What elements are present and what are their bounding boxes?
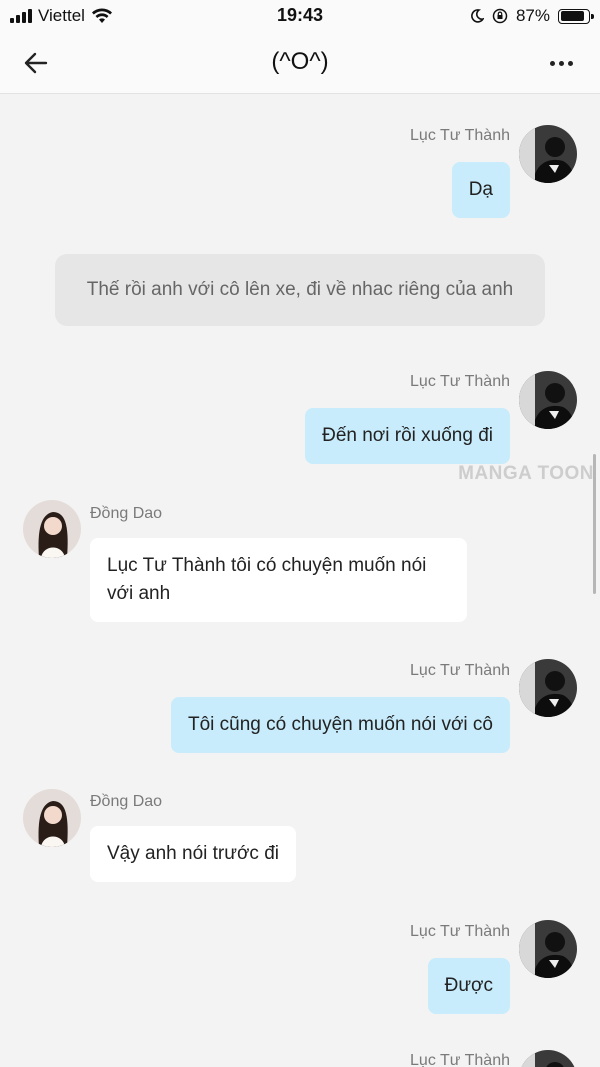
scroll-indicator[interactable] [593, 454, 596, 594]
avatar-luc-tu-thanh[interactable] [519, 659, 577, 717]
avatar-luc-tu-thanh[interactable] [519, 371, 577, 429]
nav-bar: (^O^) [0, 32, 600, 94]
message-bubble-incoming[interactable]: Vậy anh nói trước đi [90, 826, 296, 882]
message-bubble-outgoing[interactable]: Dạ [451, 162, 510, 218]
sender-name: Lục Tư Thành [410, 662, 510, 679]
avatar-dong-dao[interactable] [23, 789, 81, 847]
moon-icon [471, 9, 484, 23]
sender-name: Lục Tư Thành [410, 373, 510, 390]
message-bubble-outgoing[interactable]: Đến nơi rồi xuống đi [305, 408, 510, 464]
battery-percent: 87% [515, 6, 550, 25]
status-bar: Viettel 19:43 87% [0, 0, 600, 32]
more-button[interactable] [544, 46, 578, 80]
more-horizontal-icon [549, 60, 555, 66]
rotation-lock-icon [492, 8, 508, 24]
message-bubble-incoming[interactable]: Lục Tư Thành tôi có chuyện muốn nói với … [90, 538, 467, 622]
sender-name: Lục Tư Thành [410, 1052, 510, 1067]
battery-icon [558, 8, 594, 24]
sender-name: Lục Tư Thành [410, 127, 510, 144]
avatar-luc-tu-thanh[interactable] [519, 1050, 577, 1067]
sender-name: Lục Tư Thành [410, 923, 510, 940]
sender-name: Đồng Dao [90, 793, 163, 810]
avatar-luc-tu-thanh[interactable] [519, 920, 577, 978]
status-right: 87% [470, 6, 594, 26]
watermark: MANGA TOON [458, 463, 594, 484]
avatar-luc-tu-thanh[interactable] [519, 125, 577, 183]
page-title: (^O^) [271, 48, 329, 75]
message-bubble-outgoing[interactable]: Được [427, 958, 510, 1014]
narration-bubble[interactable]: Thế rồi anh với cô lên xe, đi về nhac ri… [55, 254, 545, 326]
avatar-dong-dao[interactable] [23, 500, 81, 558]
message-bubble-outgoing[interactable]: Tôi cũng có chuyện muốn nói với cô [170, 697, 510, 753]
message-list[interactable]: Lục Tư Thành Dạ Thế rồi anh với cô lên x… [0, 94, 600, 1067]
sender-name: Đồng Dao [90, 505, 163, 522]
